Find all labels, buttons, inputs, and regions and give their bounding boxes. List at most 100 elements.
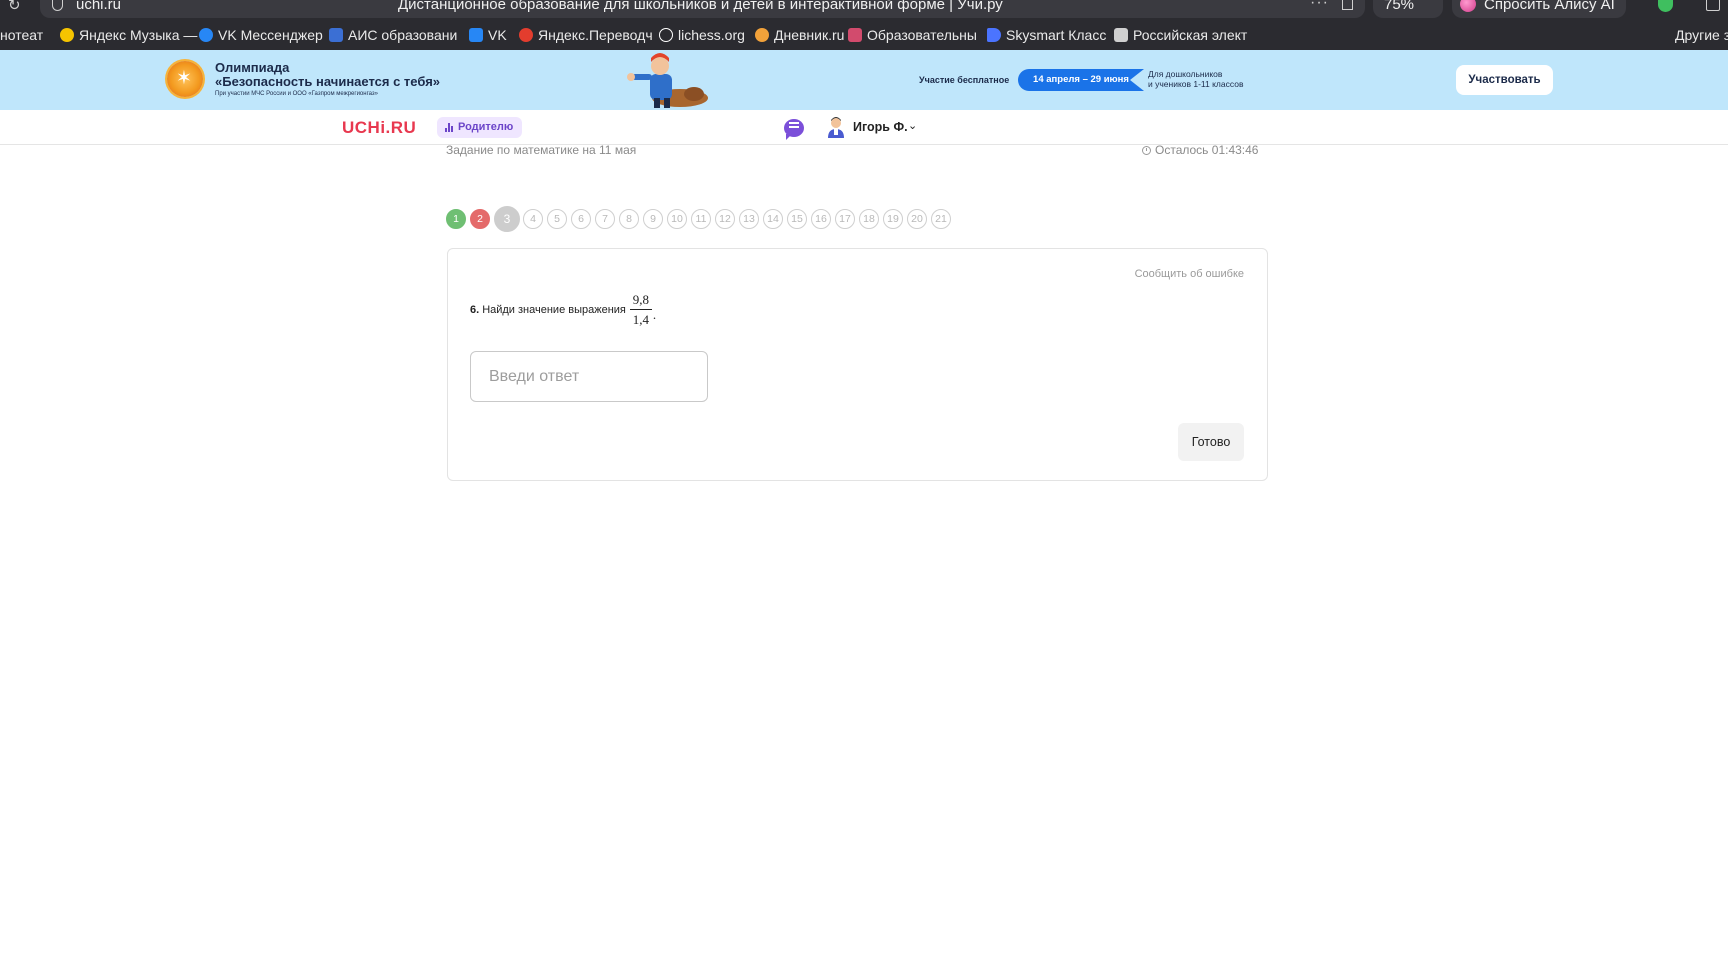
bookmark-item[interactable]: lichess.org xyxy=(659,27,745,43)
olympiad-medal-icon: ✶ xyxy=(167,61,203,97)
bookmark-label: Дневник.ru xyxy=(774,27,845,43)
step-2[interactable]: 2 xyxy=(470,209,490,229)
more-icon[interactable]: ··· xyxy=(1310,0,1329,12)
bookmark-item[interactable]: Skysmart Класс xyxy=(987,27,1106,43)
zoom-level[interactable]: 75% xyxy=(1384,0,1414,13)
user-avatar[interactable] xyxy=(826,116,846,138)
participate-button[interactable]: Участвовать xyxy=(1456,65,1553,95)
lichess-icon xyxy=(659,28,673,42)
step-11[interactable]: 11 xyxy=(691,209,711,229)
bookmark-label: VK xyxy=(488,27,507,43)
vk-icon xyxy=(469,28,483,42)
skysmart-icon xyxy=(987,28,1001,42)
olympiad-banner[interactable]: ✶ Олимпиада «Безопасность начинается с т… xyxy=(0,50,1728,110)
step-15[interactable]: 15 xyxy=(787,209,807,229)
downloads-icon[interactable] xyxy=(1706,0,1720,11)
step-5[interactable]: 5 xyxy=(547,209,567,229)
question-end: . xyxy=(652,306,657,322)
page-title: Дистанционное образование для школьников… xyxy=(398,0,1003,13)
chat-icon[interactable] xyxy=(784,119,804,140)
bookmark-item[interactable]: АИС образовани xyxy=(329,27,457,43)
bookmark-label: нотеат xyxy=(0,27,44,43)
resh-icon xyxy=(1114,28,1128,42)
alice-label[interactable]: Спросить Алису AI xyxy=(1484,0,1615,13)
time-remaining: Осталось 01:43:46 xyxy=(1142,143,1258,157)
parent-label: Родителю xyxy=(458,121,514,133)
bookmark-icon[interactable] xyxy=(1342,0,1353,10)
fraction-numerator: 9,8 xyxy=(632,292,650,307)
bookmark-item[interactable]: VK xyxy=(469,27,507,43)
step-12[interactable]: 12 xyxy=(715,209,735,229)
user-name[interactable]: Игорь Ф. xyxy=(853,120,908,134)
banner-subtitle: При участии МЧС России и ООО «Газпром ме… xyxy=(215,91,378,97)
protect-extension-icon[interactable] xyxy=(1658,0,1673,12)
uchi-logo[interactable]: UCHi.RU xyxy=(342,118,416,138)
ais-icon xyxy=(329,28,343,42)
step-4[interactable]: 4 xyxy=(523,209,543,229)
bookmark-label: Образовательны xyxy=(867,27,977,43)
bookmark-item[interactable]: Образовательны xyxy=(848,27,977,43)
bookmark-label: АИС образовани xyxy=(348,27,458,43)
browser-titlebar: ↻ uchi.ru Дистанционное образование для … xyxy=(0,0,1728,19)
bookmark-label: lichess.org xyxy=(678,27,745,43)
banner-audience-line1: Для дошкольников xyxy=(1148,69,1223,79)
parent-button[interactable]: Родителю xyxy=(437,117,523,138)
step-17[interactable]: 17 xyxy=(835,209,855,229)
step-9[interactable]: 9 xyxy=(643,209,663,229)
question-number: 6. xyxy=(470,303,480,316)
step-10[interactable]: 10 xyxy=(667,209,687,229)
bookmark-item[interactable]: Дневник.ru xyxy=(755,27,844,43)
step-3[interactable]: 3 xyxy=(494,206,520,232)
step-16[interactable]: 16 xyxy=(811,209,831,229)
banner-arrow-shape xyxy=(1130,69,1144,91)
fraction-denominator: 1,4 xyxy=(632,312,650,327)
bookmark-label: Яндекс.Переводч xyxy=(538,27,653,43)
bookmarks-bar: нотеат Яндекс Музыка — VK Мессенджер АИС… xyxy=(0,19,1728,50)
bookmark-label: Яндекс Музыка — xyxy=(79,27,198,43)
step-14[interactable]: 14 xyxy=(763,209,783,229)
bookmark-label: Skysmart Класс xyxy=(1006,27,1107,43)
step-21[interactable]: 21 xyxy=(931,209,951,229)
bookmark-label: VK Мессенджер xyxy=(218,27,323,43)
reload-icon[interactable]: ↻ xyxy=(8,0,21,14)
banner-dates: 14 апреля – 29 июня xyxy=(1018,69,1144,91)
timer-text: Осталось 01:43:46 xyxy=(1155,143,1259,157)
banner-illustration xyxy=(627,53,708,108)
question: 6. Найди значение выражения 9,8 1,4 . xyxy=(470,292,656,327)
fraction-bar xyxy=(629,309,652,310)
banner-free-label: Участие бесплатное xyxy=(919,75,1010,85)
bookmark-item[interactable]: Яндекс.Переводч xyxy=(519,27,653,43)
bookmark-label: Российская элект xyxy=(1133,27,1248,43)
banner-title-line2: «Безопасность начинается с тебя» xyxy=(215,74,441,89)
dnevnik-icon xyxy=(755,28,769,42)
bookmark-item[interactable]: Российская элект xyxy=(1114,27,1247,43)
yandex-music-icon xyxy=(60,28,74,42)
other-bookmarks[interactable]: Другие з xyxy=(1675,27,1728,43)
banner-audience-line2: и учеников 1-11 классов xyxy=(1148,79,1244,89)
vk-messenger-icon xyxy=(199,28,213,42)
step-8[interactable]: 8 xyxy=(619,209,639,229)
task-date-label: Задание по математике на 11 мая xyxy=(446,143,637,157)
step-7[interactable]: 7 xyxy=(595,209,615,229)
fraction: 9,8 1,4 xyxy=(629,292,652,327)
step-20[interactable]: 20 xyxy=(907,209,927,229)
answer-input[interactable] xyxy=(470,351,708,402)
step-13[interactable]: 13 xyxy=(739,209,759,229)
education-portal-icon xyxy=(848,28,862,42)
step-18[interactable]: 18 xyxy=(859,209,879,229)
step-19[interactable]: 19 xyxy=(883,209,903,229)
bookmark-item[interactable]: нотеат xyxy=(0,27,43,43)
bookmark-item[interactable]: Яндекс Музыка — xyxy=(60,27,197,43)
task-card: Сообщить об ошибке 6. Найди значение выр… xyxy=(447,248,1268,481)
step-1[interactable]: 1 xyxy=(446,209,466,229)
banner-title-line1: Олимпиада xyxy=(215,60,290,75)
clock-icon xyxy=(1142,145,1151,155)
bookmark-item[interactable]: VK Мессенджер xyxy=(199,27,323,43)
yandex-translate-icon xyxy=(519,28,533,42)
address-url[interactable]: uchi.ru xyxy=(76,0,121,13)
shield-icon[interactable] xyxy=(52,0,63,11)
chevron-down-icon[interactable]: ⌄ xyxy=(908,119,917,132)
step-6[interactable]: 6 xyxy=(571,209,591,229)
report-error-link[interactable]: Сообщить об ошибке xyxy=(1135,268,1244,280)
submit-button[interactable]: Готово xyxy=(1178,423,1244,461)
